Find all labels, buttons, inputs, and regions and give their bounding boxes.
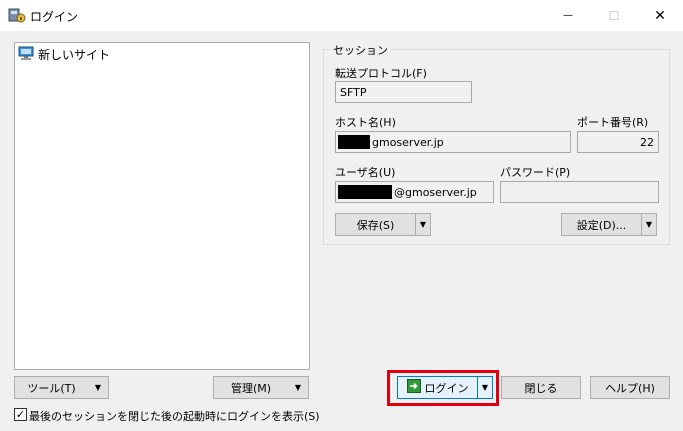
login-button[interactable]: ログイン ▼ [397,376,493,399]
dropdown-arrow-icon[interactable]: ▼ [478,377,492,398]
redacted-block [338,185,392,199]
port-value: 22 [640,135,654,149]
help-label: ヘルプ(H) [605,381,655,395]
save-button[interactable]: 保存(S) ▼ [335,213,431,236]
login-icon [406,379,421,396]
user-input[interactable]: @gmoserver.jp [335,181,494,203]
computer-icon [18,45,34,64]
port-input[interactable]: 22 [577,131,659,153]
login-label: ログイン [424,381,469,395]
dropdown-arrow-icon[interactable]: ▼ [416,214,430,235]
manage-label: 管理(M) [230,381,272,395]
password-input[interactable] [500,181,659,203]
minimize-button[interactable]: — [545,0,591,31]
tools-button[interactable]: ツール(T) ▼ [14,376,109,399]
host-value: gmoserver.jp [372,135,444,149]
window-title: ログイン [30,10,79,24]
host-label: ホスト名(H) [335,116,396,129]
protocol-value: SFTP [340,85,367,99]
protocol-label: 転送プロトコル(F) [335,67,427,80]
dropdown-arrow-icon[interactable]: ▼ [88,377,108,398]
dropdown-arrow-icon[interactable]: ▼ [288,377,308,398]
settings-label: 設定(D)... [576,218,627,232]
save-label: 保存(S) [356,218,395,232]
session-group-label: セッション [330,42,391,58]
tools-label: ツール(T) [27,381,76,395]
maximize-button[interactable]: ☐ [591,0,637,31]
user-value: @gmoserver.jp [394,185,477,199]
dropdown-arrow-icon[interactable]: ▼ [642,214,656,235]
password-label: パスワード(P) [500,166,571,179]
maximize-icon: ☐ [608,8,620,23]
protocol-select[interactable]: SFTP [335,81,472,103]
settings-button[interactable]: 設定(D)... ▼ [561,213,657,236]
site-tree[interactable]: 新しいサイト [14,42,310,370]
user-label: ユーザ名(U) [335,166,396,179]
redacted-block [338,135,370,149]
tree-item-label: 新しいサイト [38,47,111,62]
minimize-icon: — [563,10,573,21]
port-label: ポート番号(R) [577,116,649,129]
show-login-checkbox[interactable]: ✓ [14,408,27,421]
close-button[interactable]: ✕ [637,0,683,31]
close-dialog-label: 閉じる [524,381,558,395]
close-dialog-button[interactable]: 閉じる [501,376,581,399]
help-button[interactable]: ヘルプ(H) [590,376,670,399]
manage-button[interactable]: 管理(M) ▼ [213,376,309,399]
show-login-label: 最後のセッションを閉じた後の起動時にログインを表示(S) [29,410,320,423]
check-icon: ✓ [15,408,26,421]
close-icon: ✕ [654,7,666,24]
tree-item-new-site[interactable]: 新しいサイト [18,45,110,63]
app-icon [8,6,26,24]
host-input[interactable]: gmoserver.jp [335,131,571,153]
title-bar: ログイン — ☐ ✕ [0,0,683,31]
